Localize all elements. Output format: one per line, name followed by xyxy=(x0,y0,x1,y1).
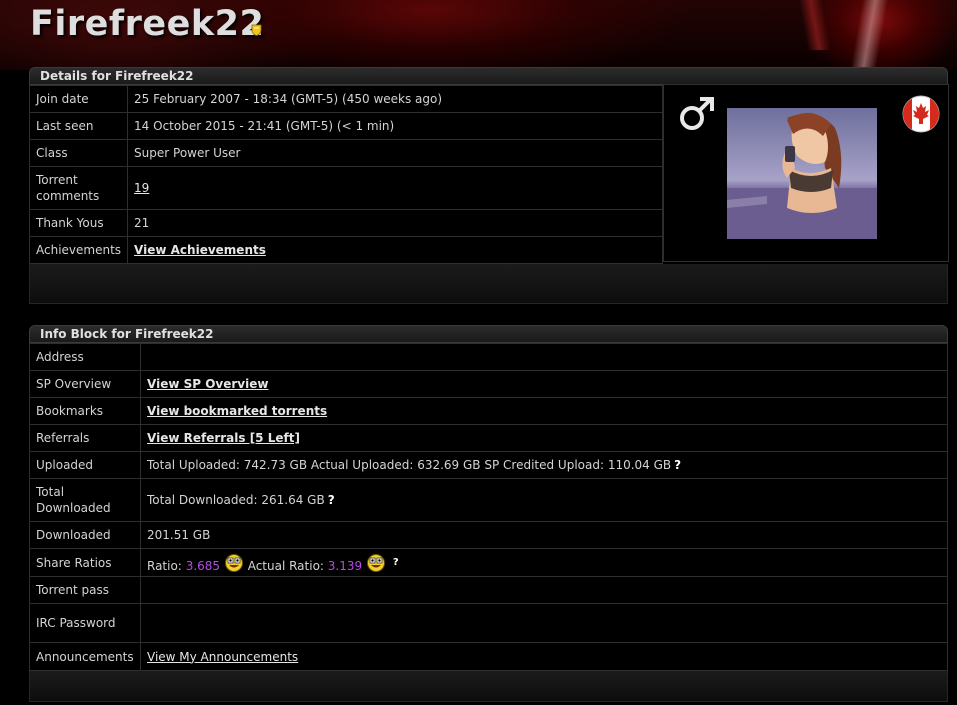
ratio-label: Ratio: xyxy=(147,558,182,573)
row-label: Downloaded xyxy=(29,521,141,549)
row-label: Join date xyxy=(28,85,129,113)
row-label: Class xyxy=(28,139,129,167)
row-label: Torrent pass xyxy=(29,576,141,604)
row-label: Referrals xyxy=(29,424,141,452)
shield-badge-icon xyxy=(251,24,262,36)
table-row: Join date 25 February 2007 - 18:34 (GMT-… xyxy=(28,85,663,113)
table-row: Uploaded Total Uploaded: 742.73 GB Actua… xyxy=(29,451,948,479)
table-row: Bookmarks View bookmarked torrents xyxy=(29,397,948,425)
details-panel-footer xyxy=(29,264,948,304)
ratio-value: 3.685 xyxy=(185,558,221,573)
sp-overview-cell: View SP Overview xyxy=(140,370,948,398)
view-announcements-link[interactable]: View My Announcements xyxy=(147,650,298,664)
ratio-help-icon[interactable]: ? xyxy=(393,557,399,568)
table-row: Total Downloaded Total Downloaded: 261.6… xyxy=(29,478,948,522)
view-sp-overview-link[interactable]: View SP Overview xyxy=(147,377,268,391)
info-table: Address SP Overview View SP Overview Boo… xyxy=(29,343,948,671)
male-symbol-icon xyxy=(680,97,714,130)
row-label: Total Downloaded xyxy=(29,478,141,522)
achievements-cell: View Achievements xyxy=(127,236,663,264)
irc-password-value xyxy=(140,603,948,643)
table-row: Achievements View Achievements xyxy=(28,236,663,264)
details-panel-title: Details for Firefreek22 xyxy=(29,67,948,85)
view-referrals-link[interactable]: View Referrals [5 Left] xyxy=(147,431,300,445)
row-label: Bookmarks xyxy=(29,397,141,425)
row-label: Uploaded xyxy=(29,451,141,479)
total-downloaded-value: Total Downloaded: 261.64 GB xyxy=(147,493,325,507)
row-label: SP Overview xyxy=(29,370,141,398)
downloaded-value: 201.51 GB xyxy=(140,521,948,549)
table-row: Share Ratios Ratio: 3.685 Actual Ratio: … xyxy=(29,548,948,577)
row-label: Thank Yous xyxy=(28,209,129,237)
uploaded-value: Total Uploaded: 742.73 GB Actual Uploade… xyxy=(147,458,672,472)
table-row: Announcements View My Announcements xyxy=(29,642,948,671)
canada-flag-icon xyxy=(902,95,940,133)
table-row: Thank Yous 21 xyxy=(28,209,663,237)
table-row: Torrent comments 19 xyxy=(28,166,663,210)
last-seen-value: 14 October 2015 - 21:41 (GMT-5) (< 1 min… xyxy=(127,112,663,140)
user-avatar xyxy=(727,108,877,239)
row-label: Achievements xyxy=(28,236,129,264)
happy-smiley-icon xyxy=(224,553,243,572)
thank-yous-value: 21 xyxy=(127,209,663,237)
table-row: SP Overview View SP Overview xyxy=(29,370,948,398)
table-row: Address xyxy=(29,343,948,371)
table-row: Last seen 14 October 2015 - 21:41 (GMT-5… xyxy=(28,112,663,140)
torrent-comments-cell: 19 xyxy=(127,166,663,210)
row-label: IRC Password xyxy=(29,603,141,643)
page-title: Firefreek22 xyxy=(30,4,265,44)
table-row: Referrals View Referrals [5 Left] xyxy=(29,424,948,452)
row-label: Address xyxy=(29,343,141,371)
happy-smiley-icon xyxy=(366,553,385,572)
row-label: Last seen xyxy=(28,112,129,140)
info-block-title: Info Block for Firefreek22 xyxy=(29,325,948,343)
bookmarks-cell: View bookmarked torrents xyxy=(140,397,948,425)
banner-decoration xyxy=(800,0,830,50)
table-row: Torrent pass xyxy=(29,576,948,604)
view-bookmarks-link[interactable]: View bookmarked torrents xyxy=(147,404,327,418)
address-value xyxy=(140,343,948,371)
actual-ratio-value: 3.139 xyxy=(327,558,363,573)
row-label: Torrent comments xyxy=(28,166,129,210)
join-date-value: 25 February 2007 - 18:34 (GMT-5) (450 we… xyxy=(127,85,663,113)
view-achievements-link[interactable]: View Achievements xyxy=(134,243,266,257)
details-table: Join date 25 February 2007 - 18:34 (GMT-… xyxy=(28,85,663,264)
table-row: Class Super Power User xyxy=(28,139,663,167)
profile-side-panel xyxy=(663,84,949,262)
actual-ratio-label: Actual Ratio: xyxy=(247,558,324,573)
banner-decoration xyxy=(852,0,892,68)
info-block-footer xyxy=(29,671,948,702)
details-panel: Details for Firefreek22 Join date 25 Feb… xyxy=(28,67,949,304)
row-label: Announcements xyxy=(29,642,141,671)
total-downloaded-cell: Total Downloaded: 261.64 GB? xyxy=(140,478,948,522)
table-row: IRC Password xyxy=(29,603,948,643)
uploaded-help-icon[interactable]: ? xyxy=(674,458,681,472)
class-value: Super Power User xyxy=(127,139,663,167)
info-block-panel: Info Block for Firefreek22 Address SP Ov… xyxy=(29,325,948,702)
table-row: Downloaded 201.51 GB xyxy=(29,521,948,549)
announcements-cell: View My Announcements xyxy=(140,642,948,671)
torrent-comments-link[interactable]: 19 xyxy=(134,181,149,195)
referrals-cell: View Referrals [5 Left] xyxy=(140,424,948,452)
share-ratios-cell: Ratio: 3.685 Actual Ratio: 3.139 ? xyxy=(140,548,948,577)
torrent-pass-value xyxy=(140,576,948,604)
uploaded-cell: Total Uploaded: 742.73 GB Actual Uploade… xyxy=(140,451,948,479)
total-downloaded-help-icon[interactable]: ? xyxy=(328,493,335,507)
row-label: Share Ratios xyxy=(29,548,141,577)
